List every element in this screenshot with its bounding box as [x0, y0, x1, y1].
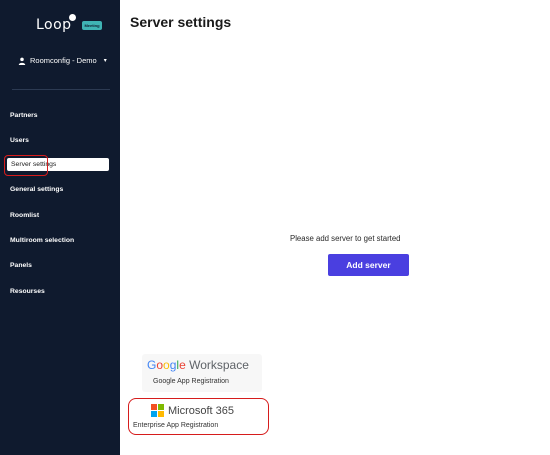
google-app-registration-label: Google App Registration	[153, 378, 229, 385]
google-workspace-suffix: Workspace	[185, 358, 249, 372]
sidebar: Loop Meeting Roomconfig - Demo ▾ Partner…	[0, 0, 120, 455]
google-workspace-logo: Google Workspace	[147, 358, 249, 372]
sidebar-item-roomlist[interactable]: Roomlist	[10, 212, 39, 219]
sidebar-item-panels[interactable]: Panels	[10, 262, 32, 269]
empty-state-message: Please add server to get started	[290, 234, 401, 243]
brand-logo: Loop Meeting	[36, 14, 102, 34]
microsoft-365-option[interactable]: Microsoft 365 Enterprise App Registratio…	[128, 398, 269, 435]
sidebar-item-general-settings[interactable]: General settings	[10, 186, 63, 193]
chevron-down-icon: ▾	[103, 58, 107, 64]
user-name: Roomconfig - Demo	[30, 56, 97, 65]
logo-dot-icon	[69, 14, 76, 21]
sidebar-item-users[interactable]: Users	[10, 137, 29, 144]
sidebar-item-partners[interactable]: Partners	[10, 112, 38, 119]
microsoft-365-name: Microsoft 365	[168, 404, 235, 417]
sidebar-item-resourses[interactable]: Resourses	[10, 288, 45, 295]
user-menu[interactable]: Roomconfig - Demo ▾	[18, 56, 107, 65]
user-icon	[18, 57, 26, 65]
highlight-annotation	[4, 155, 48, 176]
sidebar-divider	[12, 89, 110, 90]
enterprise-app-registration-label: Enterprise App Registration	[133, 422, 219, 429]
logo-badge: Meeting	[82, 21, 102, 30]
microsoft-365-logo: Microsoft 365	[151, 404, 234, 417]
sidebar-item-multiroom-selection[interactable]: Multiroom selection	[10, 237, 74, 244]
page-title: Server settings	[130, 14, 232, 30]
logo-text: Loop	[36, 17, 72, 33]
add-server-button[interactable]: Add server	[328, 254, 409, 276]
google-workspace-option[interactable]: Google Workspace Google App Registration	[142, 354, 262, 392]
microsoft-icon	[151, 404, 164, 417]
